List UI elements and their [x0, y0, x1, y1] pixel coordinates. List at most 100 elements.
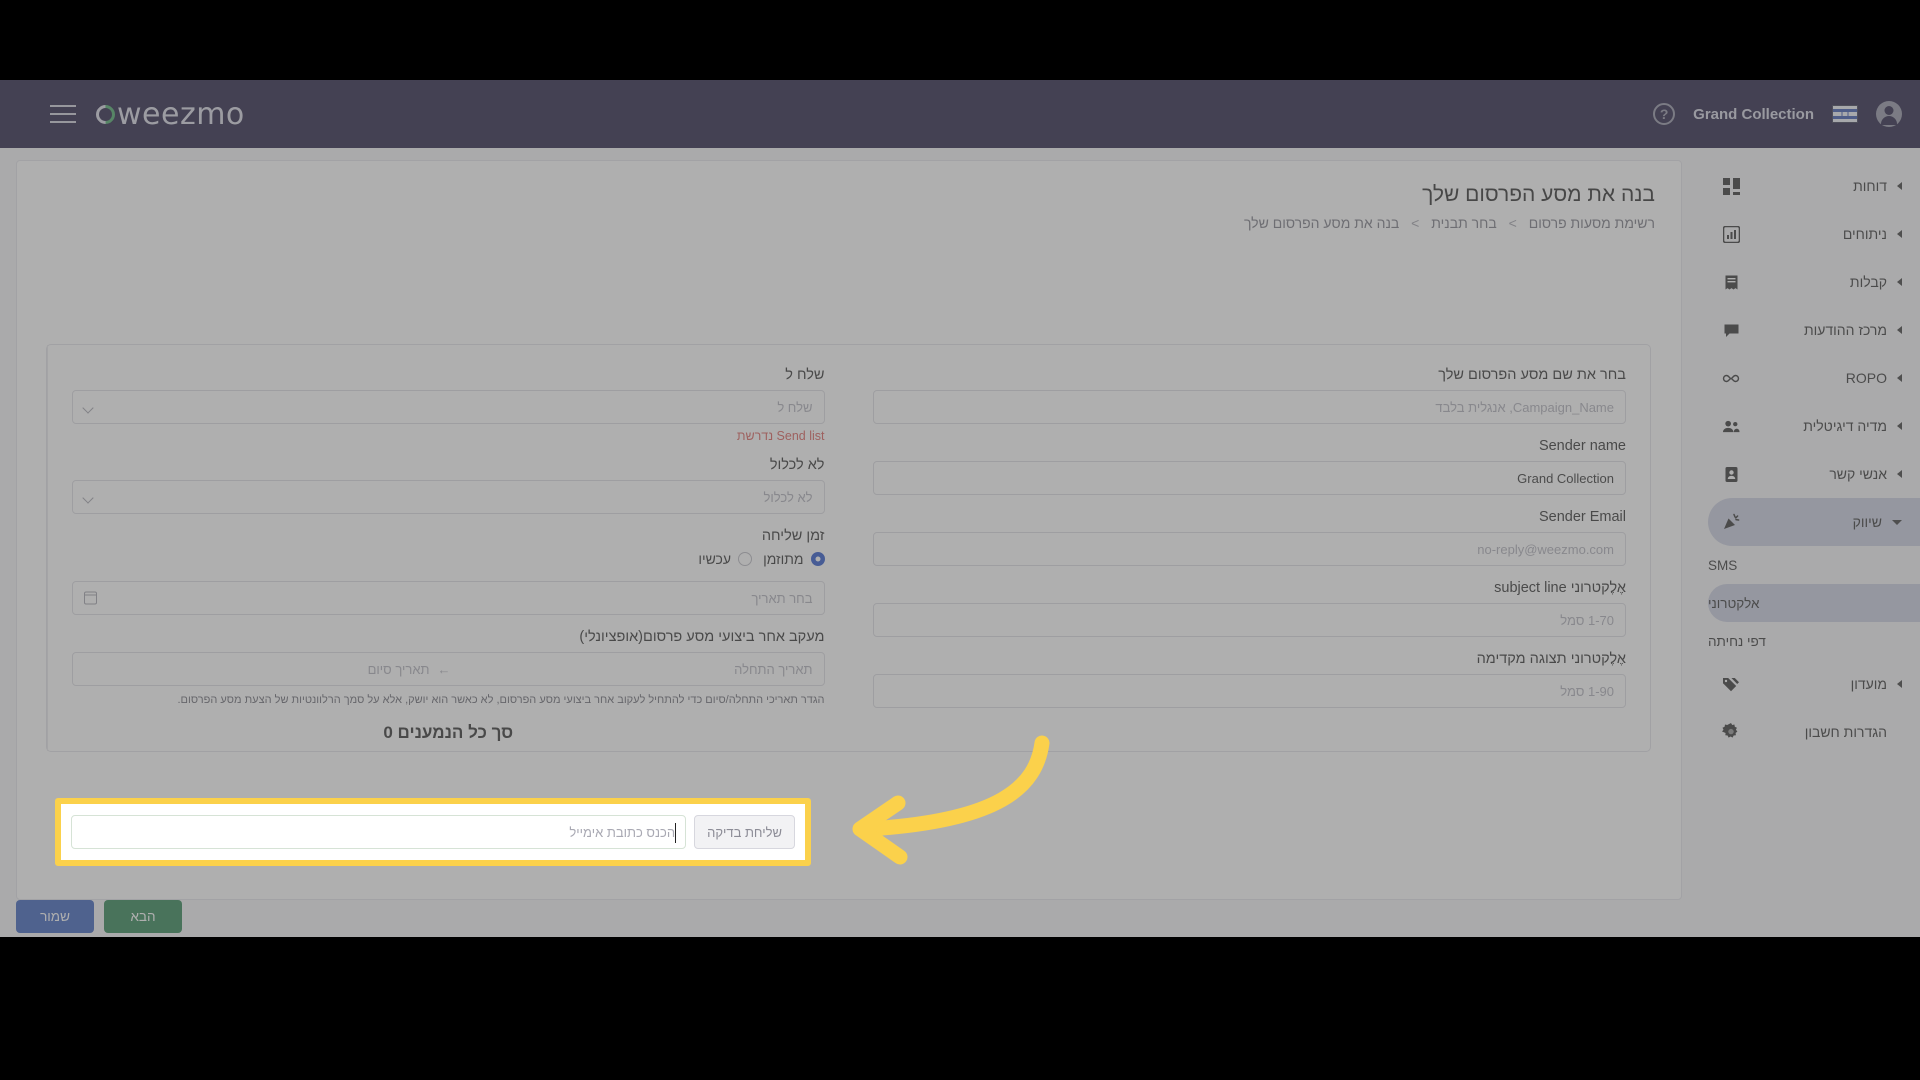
sender-name-input[interactable]: Grand Collection: [872, 461, 1626, 495]
chevron-right-icon: [1897, 182, 1902, 190]
sidebar-item-label: ניתוחים: [1842, 226, 1887, 242]
topbar-left-cluster: Grand Collection ?: [1653, 101, 1902, 127]
sidebar-item-label: הגדרות חשבון: [1804, 724, 1887, 740]
field-send-to: שלח ל שלח ל Send list נדרשת: [72, 367, 825, 443]
exclude-select[interactable]: לא לכלול: [72, 480, 825, 514]
send-to-placeholder: שלח ל: [777, 399, 813, 415]
sidebar-item-account-settings[interactable]: הגדרות חשבון: [1708, 708, 1920, 756]
sidebar-item-label: קבלות: [1849, 274, 1887, 290]
screen-root: Grand Collection ? weezmo דוחות ניתוחים …: [0, 0, 1920, 1080]
sidebar-item-label: מדיה דיגיטלית: [1803, 418, 1887, 434]
field-preheader: אֶלֶקטרוני תצוגה מקדימה 1-90 סמל: [872, 651, 1626, 708]
chevron-down-icon: [82, 402, 94, 414]
breadcrumb-separator-icon: >: [1508, 215, 1517, 231]
exclude-label: לא לכלול: [769, 457, 825, 473]
sidebar-item-marketing[interactable]: שיווק: [1708, 498, 1920, 546]
breadcrumb-item-choose-template[interactable]: בחר תבנית: [1431, 215, 1496, 231]
sidebar-subitem-email[interactable]: אלקטרוני: [1708, 584, 1920, 622]
preheader-placeholder: 1-90 סמל: [1560, 683, 1614, 699]
radio-option-now[interactable]: עכשיו: [698, 551, 753, 567]
campaign-name-input[interactable]: Campaign_Name, אנגלית בלבד: [872, 390, 1626, 424]
radio-option-scheduled[interactable]: מתוזמן: [763, 551, 825, 567]
tracking-start-placeholder: תאריך התחלה: [734, 661, 813, 677]
people-icon: [1722, 417, 1740, 435]
send-test-button[interactable]: שליחת בדיקה: [694, 815, 795, 849]
text-cursor-icon: [674, 823, 677, 843]
letterbox-bottom: [0, 937, 1920, 1080]
subject-line-label: אֶלֶקטרוני subject line: [1494, 580, 1626, 596]
sidebar-subitem-sms[interactable]: SMS: [1708, 546, 1920, 584]
campaign-settings-card: בחר את שם מסע הפרסום שלך Campaign_Name, …: [46, 344, 1651, 752]
save-button[interactable]: שמור: [16, 900, 94, 933]
test-send-row-highlighted: הכנס כתובת אימייל שליחת בדיקה: [55, 798, 811, 866]
sidebar-item-label: דוחות: [1853, 178, 1887, 194]
sidebar-item-label: מרכז ההודעות: [1803, 322, 1887, 338]
sidebar-item-digital-media[interactable]: מדיה דיגיטלית: [1708, 402, 1920, 450]
field-sender-name: Sender name Grand Collection: [872, 438, 1626, 495]
breadcrumb-separator-icon: >: [1411, 215, 1420, 231]
field-sender-email: Sender Email no-reply@weezmo.com: [872, 509, 1626, 566]
subject-line-input[interactable]: 1-70 סמל: [872, 603, 1626, 637]
campaign-name-placeholder: Campaign_Name, אנגלית בלבד: [1435, 399, 1614, 415]
chevron-right-icon: [1897, 374, 1902, 382]
preheader-label: אֶלֶקטרוני תצוגה מקדימה: [1476, 651, 1626, 667]
field-subject-line: אֶלֶקטרוני subject line 1-70 סמל: [872, 580, 1626, 637]
preheader-input[interactable]: 1-90 סמל: [872, 674, 1626, 708]
schedule-date-picker[interactable]: בחר תאריך: [72, 581, 825, 615]
sidebar-item-club[interactable]: מועדון: [1708, 660, 1920, 708]
sender-email-placeholder: no-reply@weezmo.com: [1477, 541, 1614, 557]
sidebar-item-label: מועדון: [1850, 676, 1887, 692]
chevron-right-icon: [1897, 680, 1902, 688]
breadcrumb-item-build-campaign: בנה את מסע הפרסום שלך: [1243, 215, 1400, 231]
send-time-label: זמן שליחה: [761, 528, 825, 544]
radio-now-icon[interactable]: [738, 552, 753, 566]
campaign-name-label: בחר את שם מסע הפרסום שלך: [1438, 367, 1626, 383]
tracking-end-placeholder: תאריך סיום: [367, 661, 430, 677]
breadcrumb-item-campaign-list[interactable]: רשימת מסעות פרסום: [1529, 215, 1655, 231]
megaphone-icon: [1722, 513, 1740, 531]
sidebar-item-label: אנשי קשר: [1829, 466, 1887, 482]
chevron-right-icon: [1897, 326, 1902, 334]
sidebar-item-label: ROPO: [1845, 370, 1887, 386]
chevron-down-icon: [82, 492, 94, 504]
israel-flag-icon[interactable]: [1832, 105, 1858, 123]
footer-action-buttons: הבא שמור: [16, 900, 182, 933]
send-to-error-message: Send list נדרשת: [736, 429, 825, 443]
campaign-details-column: בחר את שם מסע הפרסום שלך Campaign_Name, …: [849, 345, 1651, 751]
sidebar-item-ropo[interactable]: ROPO: [1708, 354, 1920, 402]
next-button[interactable]: הבא: [104, 900, 182, 933]
radio-scheduled-label: מתוזמן: [763, 551, 804, 567]
radio-scheduled-icon[interactable]: [810, 552, 825, 566]
field-tracking-range: מעקב אחר ביצועי מסע פרסום(אופציונלי) תאר…: [72, 629, 825, 709]
weezmo-logo: weezmo: [92, 97, 245, 132]
sidebar-item-reports[interactable]: דוחות: [1708, 162, 1920, 210]
message-icon: [1722, 321, 1740, 339]
infinity-icon: [1722, 369, 1740, 387]
account-circle-icon[interactable]: [1876, 101, 1902, 127]
sidebar-item-analytics[interactable]: ניתוחים: [1708, 210, 1920, 258]
sidebar-item-message-center[interactable]: מרכז ההודעות: [1708, 306, 1920, 354]
hamburger-icon[interactable]: [50, 105, 76, 123]
gear-icon: [1722, 723, 1740, 741]
send-to-select[interactable]: שלח ל: [72, 390, 825, 424]
exclude-placeholder: לא לכלול: [763, 489, 813, 505]
sidebar-item-contacts[interactable]: אנשי קשר: [1708, 450, 1920, 498]
chevron-down-icon: [1892, 519, 1902, 525]
sidebar-item-receipts[interactable]: קבלות: [1708, 258, 1920, 306]
chevron-right-icon: [1897, 278, 1902, 286]
main-content-card: בנה את מסע הפרסום שלך רשימת מסעות פרסום …: [16, 160, 1682, 900]
topbar-right-cluster: weezmo: [24, 97, 245, 132]
sender-name-value: Grand Collection: [1517, 470, 1614, 486]
sidebar-item-label: שיווק: [1852, 514, 1882, 530]
tracking-date-range-picker[interactable]: תאריך התחלה ← תאריך סיום: [72, 652, 825, 686]
test-email-input[interactable]: הכנס כתובת אימייל: [71, 815, 687, 849]
breadcrumb: רשימת מסעות פרסום > בחר תבנית > בנה את מ…: [43, 215, 1655, 231]
total-recipients-label: סך כל הנמענים 0: [383, 722, 514, 742]
receipt-icon: [1722, 273, 1740, 291]
sender-email-input[interactable]: no-reply@weezmo.com: [872, 532, 1626, 566]
sidebar-subitem-landing-pages[interactable]: דפי נחיתה: [1708, 622, 1920, 660]
radio-now-label: עכשיו: [698, 551, 732, 567]
help-icon[interactable]: ?: [1653, 103, 1676, 125]
chevron-right-icon: [1897, 230, 1902, 238]
sender-email-label: Sender Email: [1538, 509, 1626, 525]
